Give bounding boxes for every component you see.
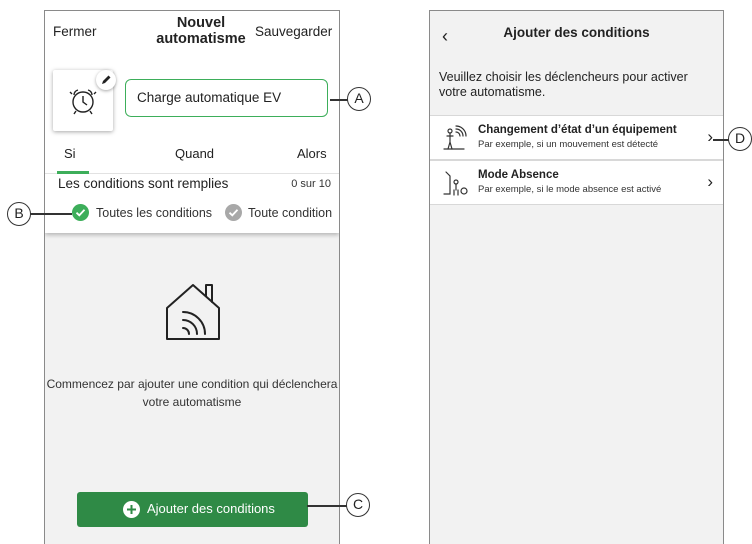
check-circle-icon xyxy=(225,204,242,221)
add-conditions-screen: ‹ Ajouter des conditions Veuillez choisi… xyxy=(429,10,724,544)
device-state-icon xyxy=(443,125,467,150)
page-title: Ajouter des conditions xyxy=(503,25,650,40)
save-button[interactable]: Sauvegarder xyxy=(255,24,332,39)
option-title: Mode Absence xyxy=(478,169,559,181)
callout-a: A xyxy=(347,87,371,111)
callout-d: D xyxy=(728,127,752,151)
automation-name-input[interactable]: Charge automatique EV xyxy=(125,79,328,117)
instructions-text: Veuillez choisir les déclencheurs pour a… xyxy=(439,70,688,99)
all-conditions-label[interactable]: Toutes les conditions xyxy=(96,206,212,220)
tab-quand[interactable]: Quand xyxy=(175,146,214,161)
conditions-count: 0 sur 10 xyxy=(291,178,331,190)
tab-divider xyxy=(45,173,339,174)
all-conditions-radio[interactable] xyxy=(72,204,89,221)
empty-state-text: Commencez par ajouter une condition qui … xyxy=(46,377,338,409)
tab-si[interactable]: Si xyxy=(64,146,76,161)
any-condition-radio[interactable] xyxy=(225,204,242,221)
edit-icon-button[interactable] xyxy=(96,70,116,90)
away-mode-icon xyxy=(443,171,468,196)
any-condition-label[interactable]: Toute condition xyxy=(248,206,332,220)
option-subtitle: Par exemple, si le mode absence est acti… xyxy=(478,184,662,195)
option-subtitle: Par exemple, si un mouvement est détecté xyxy=(478,139,659,150)
option-away-mode[interactable]: Mode Absence Par exemple, si le mode abs… xyxy=(430,160,723,205)
check-circle-icon xyxy=(72,204,89,221)
home-signal-icon xyxy=(166,284,220,340)
active-tab-indicator xyxy=(57,171,89,174)
add-conditions-label: Ajouter des conditions xyxy=(147,501,275,516)
pencil-icon xyxy=(102,75,111,84)
chevron-right-icon: › xyxy=(707,172,713,191)
page-title: Nouvel automatisme xyxy=(156,15,246,47)
callout-c: C xyxy=(346,493,370,517)
conditions-label: Les conditions sont remplies xyxy=(58,176,229,191)
close-button[interactable]: Fermer xyxy=(53,24,97,39)
chevron-right-icon: › xyxy=(707,127,713,146)
option-device-state-change[interactable]: Changement d’état d’un équipement Par ex… xyxy=(430,115,723,160)
plus-circle-icon xyxy=(123,501,140,518)
option-title: Changement d’état d’un équipement xyxy=(478,124,677,136)
callout-d-leader xyxy=(713,139,729,141)
callout-c-leader xyxy=(307,505,347,507)
add-conditions-button[interactable]: Ajouter des conditions xyxy=(77,492,308,527)
new-automation-screen: Fermer Nouvel automatisme Sauvegarder Ch… xyxy=(44,10,340,544)
tab-alors[interactable]: Alors xyxy=(297,146,327,161)
callout-b-leader xyxy=(30,213,72,215)
callout-a-leader xyxy=(330,99,348,101)
callout-b: B xyxy=(7,202,31,226)
automation-header-card: Fermer Nouvel automatisme Sauvegarder Ch… xyxy=(45,11,339,233)
